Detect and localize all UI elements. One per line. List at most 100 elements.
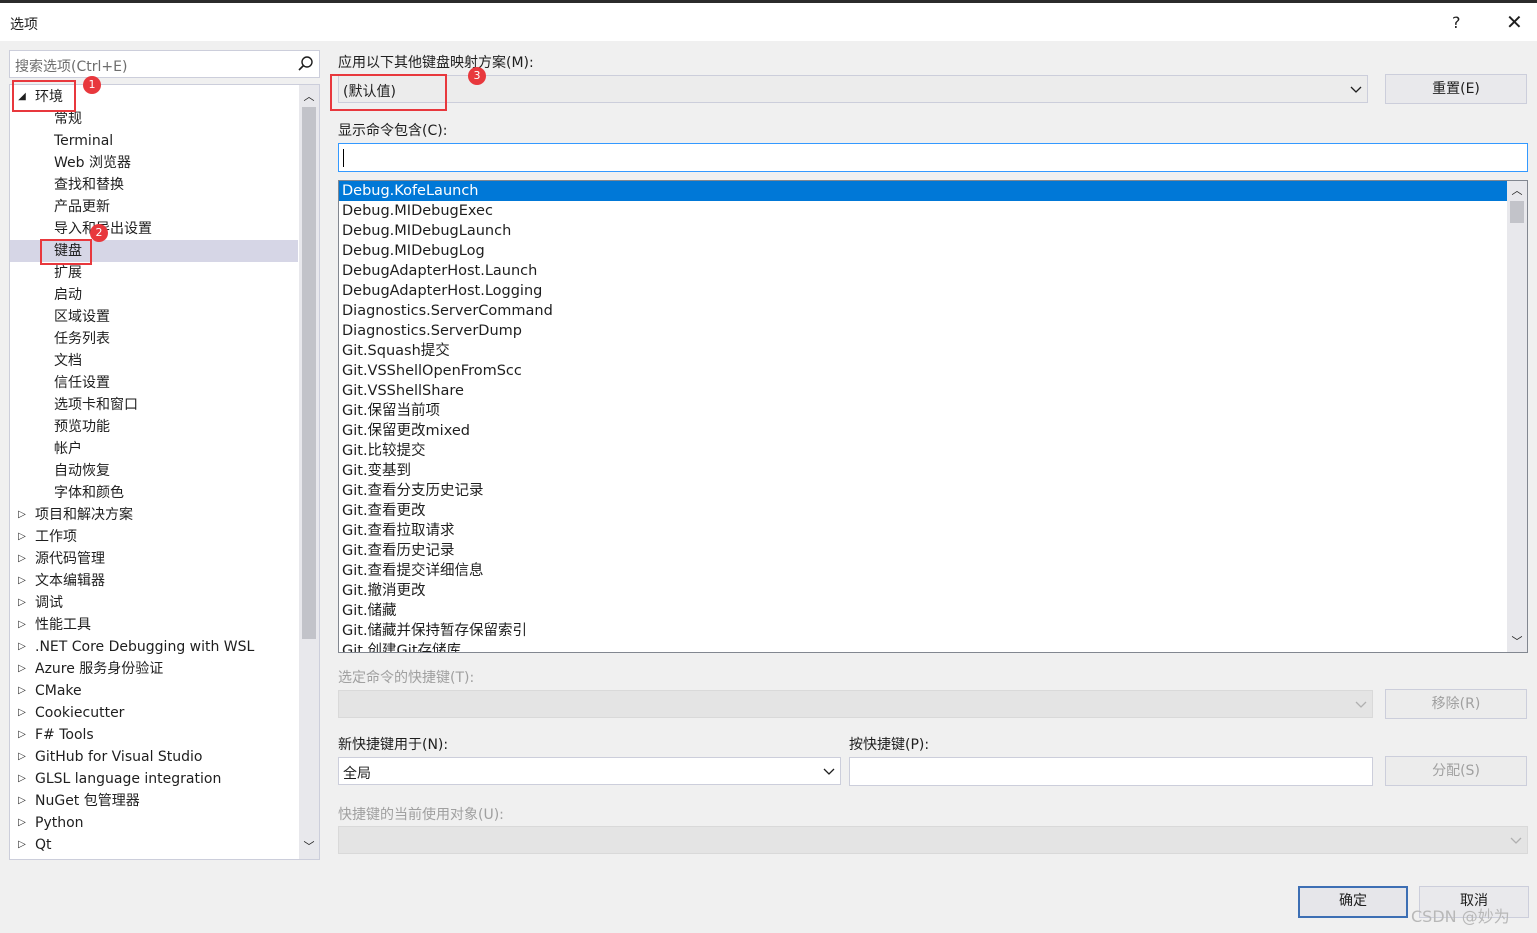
tree-item[interactable]: ▷ Qt — [10, 834, 298, 856]
tree-item[interactable]: 导入和导出设置 — [10, 218, 298, 240]
tree-item[interactable]: 字体和颜色 — [10, 482, 298, 504]
search-options-input[interactable]: 搜索选项(Ctrl+E) — [9, 50, 320, 78]
command-list-item[interactable]: Diagnostics.ServerCommand — [339, 301, 1508, 321]
command-list-item[interactable]: Git.VSShellOpenFromScc — [339, 361, 1508, 381]
command-list[interactable]: Git.创建Git存储库 Git.储藏并保持暂存保留索引 Git.储藏 Git.撤消更… — [338, 180, 1528, 653]
tree-item[interactable]: 帐户 — [10, 438, 298, 460]
assign-button[interactable]: 分配(S) — [1385, 756, 1527, 786]
tree-item[interactable]: Web 浏览器 — [10, 152, 298, 174]
chevron-down-icon[interactable]: ﹀ — [1507, 632, 1527, 652]
tree-item[interactable]: 查找和替换 — [10, 174, 298, 196]
collapsed-arrow-icon[interactable]: ▷ — [16, 548, 28, 570]
options-tree[interactable]: ▷ Qt ▷ Python ▷ NuGet 包管理器 ▷ GLSL language inte… — [9, 84, 320, 860]
tree-scrollbar[interactable]: ︿ ﹀ — [299, 85, 319, 859]
collapsed-arrow-icon[interactable]: ▷ — [16, 812, 28, 834]
command-list-item[interactable]: Git.撤消更改 — [339, 581, 1508, 601]
help-button[interactable]: ? — [1452, 13, 1461, 32]
collapsed-arrow-icon[interactable]: ▷ — [16, 790, 28, 812]
tree-item[interactable]: ▷ GLSL language integration — [10, 768, 298, 790]
command-list-item[interactable]: Diagnostics.ServerDump — [339, 321, 1508, 341]
collapsed-arrow-icon[interactable]: ▷ — [16, 834, 28, 856]
ok-button[interactable]: 确定 — [1298, 886, 1408, 918]
tree-item[interactable]: ▷ F# Tools — [10, 724, 298, 746]
collapsed-arrow-icon[interactable]: ▷ — [16, 570, 28, 592]
tree-item[interactable]: ▷ 项目和解决方案 — [10, 504, 298, 526]
tree-item-label: 文档 — [54, 353, 82, 369]
command-list-item[interactable]: Debug.MIDebugLog — [339, 241, 1508, 261]
tree-item[interactable]: ▷ NuGet 包管理器 — [10, 790, 298, 812]
tree-item[interactable]: 预览功能 — [10, 416, 298, 438]
tree-item[interactable]: 信任设置 — [10, 372, 298, 394]
command-list-item[interactable]: Git.Squash提交 — [339, 341, 1508, 361]
command-list-item[interactable]: Git.查看更改 — [339, 501, 1508, 521]
collapsed-arrow-icon[interactable]: ▷ — [16, 746, 28, 768]
command-list-item[interactable]: Git.保留当前项 — [339, 401, 1508, 421]
tree-item[interactable]: ▷ 工作项 — [10, 526, 298, 548]
command-list-item[interactable]: Debug.MIDebugExec — [339, 201, 1508, 221]
command-filter-input[interactable] — [338, 143, 1528, 172]
tree-item[interactable]: 自动恢复 — [10, 460, 298, 482]
tree-item[interactable]: ▷ GitHub for Visual Studio — [10, 746, 298, 768]
command-list-item[interactable]: DebugAdapterHost.Launch — [339, 261, 1508, 281]
tree-item[interactable]: ▷ 文本编辑器 — [10, 570, 298, 592]
command-list-item[interactable]: Git.创建Git存储库 — [339, 641, 1508, 652]
press-shortcut-input[interactable] — [849, 757, 1373, 786]
command-list-item[interactable]: Git.查看提交详细信息 — [339, 561, 1508, 581]
command-list-item[interactable]: Git.查看分支历史记录 — [339, 481, 1508, 501]
collapsed-arrow-icon[interactable]: ▷ — [16, 658, 28, 680]
tree-item[interactable]: ▷ 性能工具 — [10, 614, 298, 636]
annotation-badge-2: 2 — [90, 224, 108, 242]
command-list-item[interactable]: DebugAdapterHost.Logging — [339, 281, 1508, 301]
tree-item[interactable]: 产品更新 — [10, 196, 298, 218]
collapsed-arrow-icon[interactable]: ▷ — [16, 680, 28, 702]
tree-item[interactable]: 文档 — [10, 350, 298, 372]
command-scroll-thumb[interactable] — [1510, 201, 1524, 223]
tree-item[interactable]: ▷ .NET Core Debugging with WSL — [10, 636, 298, 658]
command-list-item[interactable]: Git.保留更改mixed — [339, 421, 1508, 441]
search-icon[interactable] — [296, 54, 316, 74]
collapsed-arrow-icon[interactable]: ▷ — [16, 724, 28, 746]
collapsed-arrow-icon[interactable]: ▷ — [16, 636, 28, 658]
command-list-item[interactable]: Git.VSShellShare — [339, 381, 1508, 401]
close-button[interactable]: ✕ — [1506, 10, 1523, 34]
tree-item[interactable]: ▷ 调试 — [10, 592, 298, 614]
collapsed-arrow-icon[interactable]: ▷ — [16, 526, 28, 548]
chevron-up-icon[interactable]: ︿ — [299, 87, 319, 107]
tree-item[interactable]: ▷ Python — [10, 812, 298, 834]
tree-item[interactable]: ▷ Azure 服务身份验证 — [10, 658, 298, 680]
tree-item[interactable]: ▷ Cookiecutter — [10, 702, 298, 724]
tree-item[interactable]: 区域设置 — [10, 306, 298, 328]
tree-item[interactable]: 扩展 — [10, 262, 298, 284]
command-list-item[interactable]: Git.查看拉取请求 — [339, 521, 1508, 541]
command-list-item[interactable]: Debug.MIDebugLaunch — [339, 221, 1508, 241]
collapsed-arrow-icon[interactable]: ▷ — [16, 768, 28, 790]
new-shortcut-scope-select[interactable]: 全局 — [338, 757, 841, 785]
tree-item-label: 区域设置 — [54, 309, 110, 325]
remove-button[interactable]: 移除(R) — [1385, 689, 1527, 719]
chevron-down-icon — [1350, 86, 1362, 93]
command-list-item[interactable]: Git.查看历史记录 — [339, 541, 1508, 561]
tree-scroll-thumb[interactable] — [302, 107, 316, 639]
command-list-item[interactable]: Git.储藏并保持暂存保留索引 — [339, 621, 1508, 641]
reset-button[interactable]: 重置(E) — [1385, 74, 1527, 104]
command-list-scrollbar[interactable]: ︿ ﹀ — [1507, 181, 1527, 652]
tree-item[interactable]: 选项卡和窗口 — [10, 394, 298, 416]
tree-item[interactable]: 任务列表 — [10, 328, 298, 350]
tree-item[interactable]: Terminal — [10, 130, 298, 152]
collapsed-arrow-icon[interactable]: ▷ — [16, 504, 28, 526]
tree-item[interactable]: ▷ CMake — [10, 680, 298, 702]
chevron-down-icon[interactable]: ﹀ — [299, 837, 319, 857]
selected-shortcuts-select[interactable] — [338, 690, 1373, 718]
collapsed-arrow-icon[interactable]: ▷ — [16, 702, 28, 724]
command-list-item[interactable]: Git.比较提交 — [339, 441, 1508, 461]
chevron-up-icon[interactable]: ︿ — [1507, 181, 1527, 201]
current-use-select[interactable] — [338, 826, 1528, 854]
tree-item[interactable]: 启动 — [10, 284, 298, 306]
command-list-item[interactable]: Debug.KofeLaunch — [339, 181, 1508, 201]
mapping-scheme-select[interactable]: (默认值) — [338, 75, 1368, 103]
command-list-item[interactable]: Git.变基到 — [339, 461, 1508, 481]
tree-item[interactable]: ▷ 源代码管理 — [10, 548, 298, 570]
collapsed-arrow-icon[interactable]: ▷ — [16, 614, 28, 636]
collapsed-arrow-icon[interactable]: ▷ — [16, 592, 28, 614]
command-list-item[interactable]: Git.储藏 — [339, 601, 1508, 621]
